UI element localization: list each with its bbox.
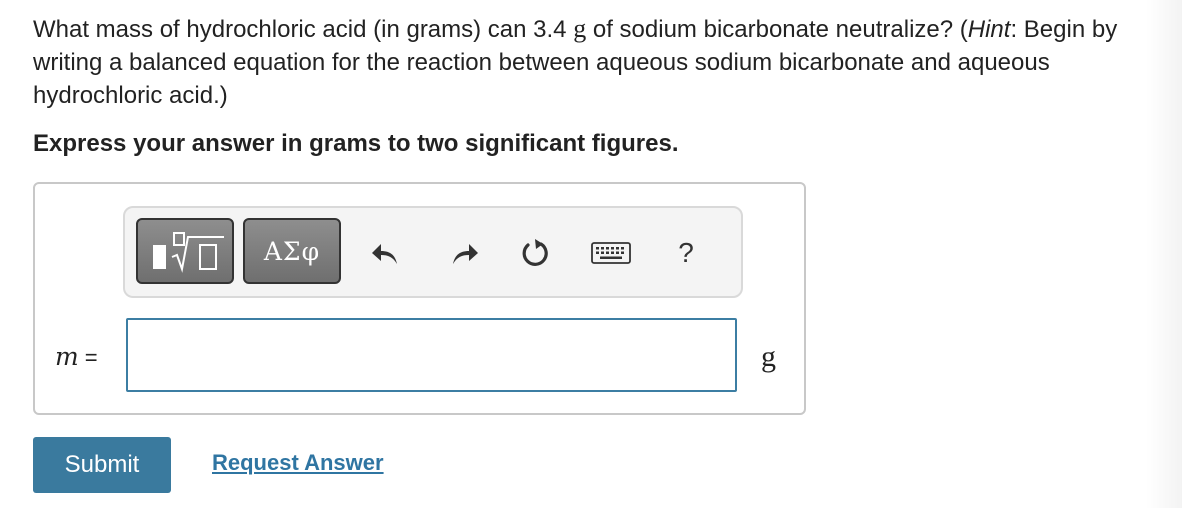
greek-symbols-label: ΑΣφ xyxy=(263,236,321,266)
instruction-text: Express your answer in grams to two sign… xyxy=(33,130,679,157)
equals-sign: = xyxy=(84,345,98,370)
variable-label: m = xyxy=(55,342,98,372)
request-answer-link[interactable]: Request Answer xyxy=(212,450,384,476)
keyboard-icon xyxy=(591,242,631,264)
submit-button[interactable]: Submit xyxy=(33,437,171,493)
math-toolbar: ΑΣφ ? xyxy=(123,206,743,298)
undo-button[interactable] xyxy=(369,236,403,270)
hint-label: Hint xyxy=(967,16,1011,43)
help-button[interactable]: ? xyxy=(669,236,703,270)
question-unit: g xyxy=(573,14,587,43)
undo-icon xyxy=(372,244,397,264)
variable-symbol: m xyxy=(55,342,79,371)
greek-symbols-button[interactable]: ΑΣφ xyxy=(243,218,341,284)
question-text: What mass of hydrochloric acid (in grams… xyxy=(33,12,1153,112)
redo-button[interactable] xyxy=(447,236,481,270)
reset-button[interactable] xyxy=(518,236,552,270)
templates-button[interactable] xyxy=(136,218,234,284)
redo-icon xyxy=(453,244,478,264)
keyboard-button[interactable] xyxy=(591,236,631,270)
question-part-2: of sodium bicarbonate neutralize? ( xyxy=(586,16,968,43)
help-icon: ? xyxy=(678,237,694,268)
unit-label: g xyxy=(761,340,776,373)
answer-input[interactable] xyxy=(126,318,737,392)
answer-panel: ΑΣφ ? m = g xyxy=(33,182,806,415)
question-part-1: What mass of hydrochloric acid (in grams… xyxy=(33,16,574,43)
templates-radical-icon xyxy=(153,232,224,273)
reset-icon xyxy=(522,239,548,266)
